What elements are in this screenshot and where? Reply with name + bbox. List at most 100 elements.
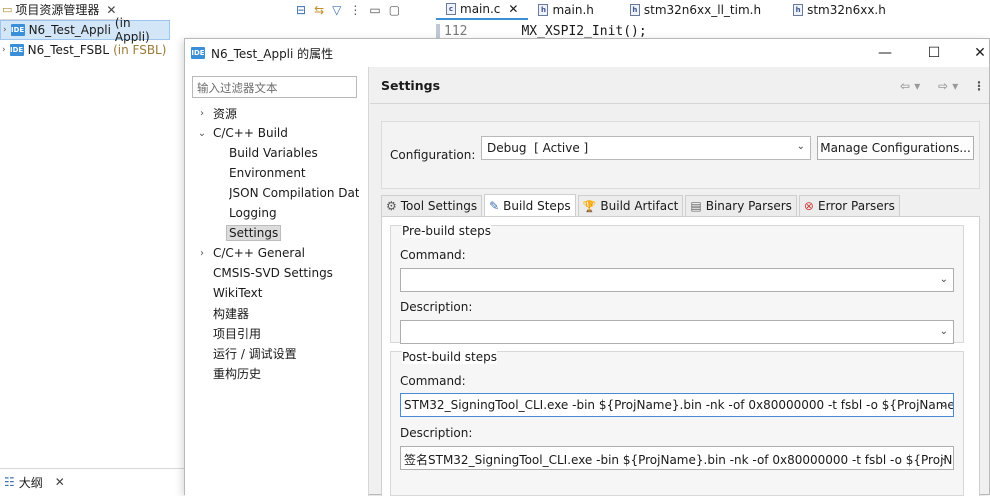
tab-tool-settings[interactable]: ⚙ Tool Settings [381,195,483,216]
dialog-title: N6_Test_Appli 的属性 [211,46,334,61]
editor-tab-stm32n6xx[interactable]: h stm32n6xx.h [783,0,896,20]
chevron-down-icon[interactable]: ⌄ [940,399,948,410]
tab-label: Error Parsers [817,199,895,213]
page-title: Settings [381,77,441,93]
pre-build-description-field[interactable]: ⌄ [400,320,954,344]
close-icon[interactable]: ✕ [970,43,990,63]
configuration-select[interactable]: Debug [ Active ] ⌄ [481,136,811,160]
tree-item-label: C/C++ General [213,246,306,260]
chevron-right-icon[interactable]: › [197,108,207,119]
project-item-fsbl[interactable]: › IDE N6_Test_FSBL (in FSBL) [0,40,186,60]
tree-item-label: Logging [229,206,277,220]
editor-tab-ll-tim[interactable]: h stm32n6xx_ll_tim.h [620,0,771,20]
tab-build-steps[interactable]: ✎ Build Steps [484,194,576,216]
chevron-down-icon: ⌄ [796,141,805,152]
editor-tab-main-c[interactable]: c main.c ✕ [436,0,529,20]
tree-item-label: 运行 / 调试设置 [213,346,297,361]
configuration-label: Configuration: [390,148,476,162]
project-item-appli[interactable]: › IDE N6_Test_Appli (in Appli) [0,16,170,44]
filter-input[interactable]: 输入过滤器文本 [192,76,357,98]
maximize-icon[interactable]: ▢ [389,3,400,17]
tree-item-label: JSON Compilation Dat [229,186,359,200]
project-explorer-tab[interactable]: ▭ 项目资源管理器 ✕ [0,0,124,20]
chevron-down-icon[interactable]: ⌄ [940,452,948,463]
project-tree: › IDE N6_Test_Appli (in Appli) › IDE N6_… [0,16,186,460]
error-parsers-icon: ⊗ [803,199,814,213]
build-steps-icon: ✎ [489,198,500,213]
tree-item-cmsis-svd[interactable]: CMSIS-SVD Settings [213,264,333,282]
configuration-value: Debug [ Active ] [487,141,589,155]
filter-icon[interactable]: ▽ [332,3,341,17]
properties-dialog: IDE N6_Test_Appli 的属性 — ☐ ✕ 输入过滤器文本 › 资源… [184,38,990,496]
chevron-down-icon[interactable]: ⌄ [940,326,948,337]
page-header: Settings ⇦ ▾ ⇨ ▾ ⋮ [370,67,989,104]
chevron-down-icon[interactable]: ⌄ [940,274,948,285]
h-file-icon: h [629,4,640,16]
ide-project-icon: IDE [10,24,25,36]
close-icon[interactable]: ✕ [55,475,65,489]
editor-tab-label: stm32n6xx_ll_tim.h [643,3,762,17]
chevron-right-icon[interactable]: › [197,248,207,259]
line-number: 112 [436,23,467,39]
configuration-panel: Configuration: Debug [ Active ] ⌄ Manage… [381,121,980,189]
chevron-down-icon[interactable]: ⌄ [197,128,207,139]
tree-item-builders[interactable]: 构建器 [213,304,249,322]
tree-item-label: WikiText [213,286,263,300]
back-arrow-icon[interactable]: ⇦ ▾ [900,79,920,93]
close-icon[interactable]: ✕ [106,3,116,17]
editor-tab-label: main.c [460,2,501,16]
tree-item-settings[interactable]: Settings [226,224,282,242]
expand-chevron-icon[interactable]: › [2,45,6,55]
tab-label: Tool Settings [400,199,478,213]
tree-item-json-compilation[interactable]: JSON Compilation Dat [229,184,359,202]
build-artifact-icon: 🏆 [582,199,597,213]
project-suffix: (in Appli) [114,16,150,44]
editor-tab-main-h[interactable]: h main.h [528,0,603,20]
tab-build-artifact[interactable]: 🏆 Build Artifact [577,195,684,216]
minimize-icon[interactable]: — [875,43,895,63]
h-file-icon: h [538,4,549,16]
post-build-description-field[interactable]: 签名STM32_SigningTool_CLI.exe -bin ${ProjN… [400,446,954,470]
editor-tab-label: stm32n6xx.h [807,3,886,17]
minimize-icon[interactable]: ▭ [369,3,380,17]
tree-item-environment[interactable]: Environment [229,164,306,182]
tree-item-cpp-build[interactable]: ⌄ C/C++ Build [197,124,288,142]
tree-item-project-references[interactable]: 项目引用 [213,324,261,342]
view-menu-icon[interactable]: ⋮ [349,3,361,17]
link-with-editor-icon[interactable]: ⇆ [314,3,324,17]
tool-settings-icon: ⚙ [386,199,397,213]
post-build-group: Post-build steps Command: STM32_SigningT… [390,350,964,496]
tree-item-wikitext[interactable]: WikiText [213,284,263,302]
tab-label: Build Artifact [600,199,679,213]
tab-error-parsers[interactable]: ⊗ Error Parsers [798,195,900,216]
tree-item-run-debug[interactable]: 运行 / 调试设置 [213,344,297,362]
maximize-icon[interactable]: ☐ [924,43,944,63]
close-icon[interactable]: ✕ [508,2,518,16]
tree-item-build-variables[interactable]: Build Variables [229,144,318,162]
tree-item-label: CMSIS-SVD Settings [213,266,333,280]
manage-configurations-button[interactable]: Manage Configurations... [817,136,974,160]
field-value: 签名STM32_SigningTool_CLI.exe -bin ${ProjN… [404,453,953,467]
post-build-title: Post-build steps [402,350,497,364]
pre-build-command-field[interactable]: ⌄ [400,268,954,292]
h-file-icon: h [793,4,804,16]
outline-tab[interactable]: ☷ 大纲 ✕ [0,468,186,495]
tree-item-resource[interactable]: › 资源 [197,104,237,122]
settings-page: Settings ⇦ ▾ ⇨ ▾ ⋮ Configuration: Debug … [370,67,989,496]
dialog-titlebar[interactable]: IDE N6_Test_Appli 的属性 — ☐ ✕ [185,39,989,67]
tab-binary-parsers[interactable]: ▤ Binary Parsers [685,195,797,216]
view-menu-icon[interactable]: ⋮ [973,79,985,93]
tree-item-refactoring-history[interactable]: 重构历史 [213,364,261,382]
project-explorer-tab-label: 项目资源管理器 [15,3,100,17]
expand-chevron-icon[interactable]: › [3,25,7,35]
collapse-all-icon[interactable]: ⊟ [296,3,306,17]
tree-item-label: 项目引用 [213,326,262,341]
pre-build-description-label: Description: [400,300,473,314]
c-file-icon: c [446,3,456,15]
forward-arrow-icon[interactable]: ⇨ ▾ [938,79,958,93]
tree-item-logging[interactable]: Logging [229,204,277,222]
post-build-command-field[interactable]: STM32_SigningTool_CLI.exe -bin ${ProjNam… [400,393,954,417]
tree-item-cpp-general[interactable]: › C/C++ General [197,244,305,262]
outline-icon: ☷ [4,475,15,489]
project-explorer-toolbar: ⊟ ⇆ ▽ ⋮ ▭ ▢ [296,0,434,20]
